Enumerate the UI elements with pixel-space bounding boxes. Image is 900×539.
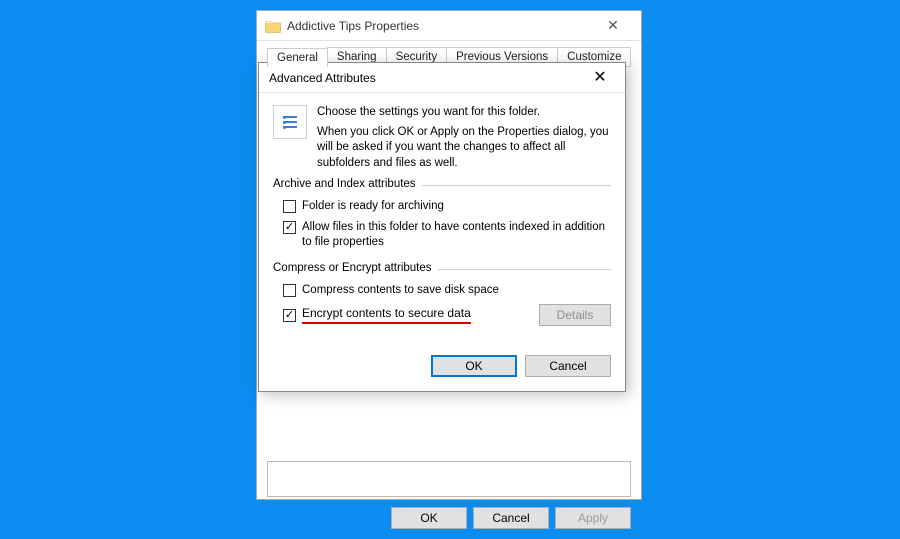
archive-checkbox-row[interactable]: Folder is ready for archiving — [275, 196, 611, 217]
compress-encrypt-group: Compress or Encrypt attributes Compress … — [273, 269, 611, 335]
advanced-intro-line1: Choose the settings you want for this fo… — [317, 105, 611, 121]
properties-cancel-button[interactable]: Cancel — [473, 507, 549, 529]
advanced-body: Choose the settings you want for this fo… — [259, 93, 625, 391]
archive-checkbox[interactable] — [283, 200, 296, 213]
properties-button-row: OK Cancel Apply — [267, 497, 631, 529]
advanced-cancel-button[interactable]: Cancel — [525, 355, 611, 377]
index-checkbox-row[interactable]: Allow files in this folder to have conte… — [275, 217, 611, 253]
folder-icon — [265, 19, 281, 33]
properties-ok-button[interactable]: OK — [391, 507, 467, 529]
advanced-button-row: OK Cancel — [273, 339, 611, 377]
advanced-intro: Choose the settings you want for this fo… — [317, 105, 611, 175]
advanced-titlebar: Advanced Attributes ✕ — [259, 63, 625, 93]
properties-titlebar: Addictive Tips Properties ✕ — [257, 11, 641, 41]
attributes-list-icon — [273, 105, 307, 139]
compress-checkbox-row[interactable]: Compress contents to save disk space — [275, 280, 611, 301]
index-label: Allow files in this folder to have conte… — [302, 220, 611, 250]
tab-general[interactable]: General — [267, 48, 328, 67]
archive-index-legend: Archive and Index attributes — [273, 178, 422, 190]
details-button: Details — [539, 304, 611, 326]
properties-title: Addictive Tips Properties — [287, 19, 593, 33]
encrypt-checkbox-row[interactable]: Encrypt contents to secure data Details — [275, 301, 611, 329]
advanced-intro-line2: When you click OK or Apply on the Proper… — [317, 125, 611, 172]
archive-label: Folder is ready for archiving — [302, 199, 611, 214]
encrypt-label: Encrypt contents to secure data — [302, 306, 533, 325]
archive-index-group: Archive and Index attributes Folder is r… — [273, 185, 611, 259]
advanced-ok-button[interactable]: OK — [431, 355, 517, 377]
advanced-title: Advanced Attributes — [269, 71, 579, 85]
close-icon[interactable]: ✕ — [579, 63, 621, 93]
close-icon[interactable]: ✕ — [593, 17, 633, 34]
properties-apply-button: Apply — [555, 507, 631, 529]
compress-label: Compress contents to save disk space — [302, 283, 611, 298]
compress-encrypt-legend: Compress or Encrypt attributes — [273, 262, 438, 274]
encrypt-checkbox[interactable] — [283, 309, 296, 322]
advanced-header: Choose the settings you want for this fo… — [273, 105, 611, 175]
properties-description-area — [267, 461, 631, 497]
compress-checkbox[interactable] — [283, 284, 296, 297]
advanced-attributes-dialog: Advanced Attributes ✕ Choose the setting… — [258, 62, 626, 392]
index-checkbox[interactable] — [283, 221, 296, 234]
